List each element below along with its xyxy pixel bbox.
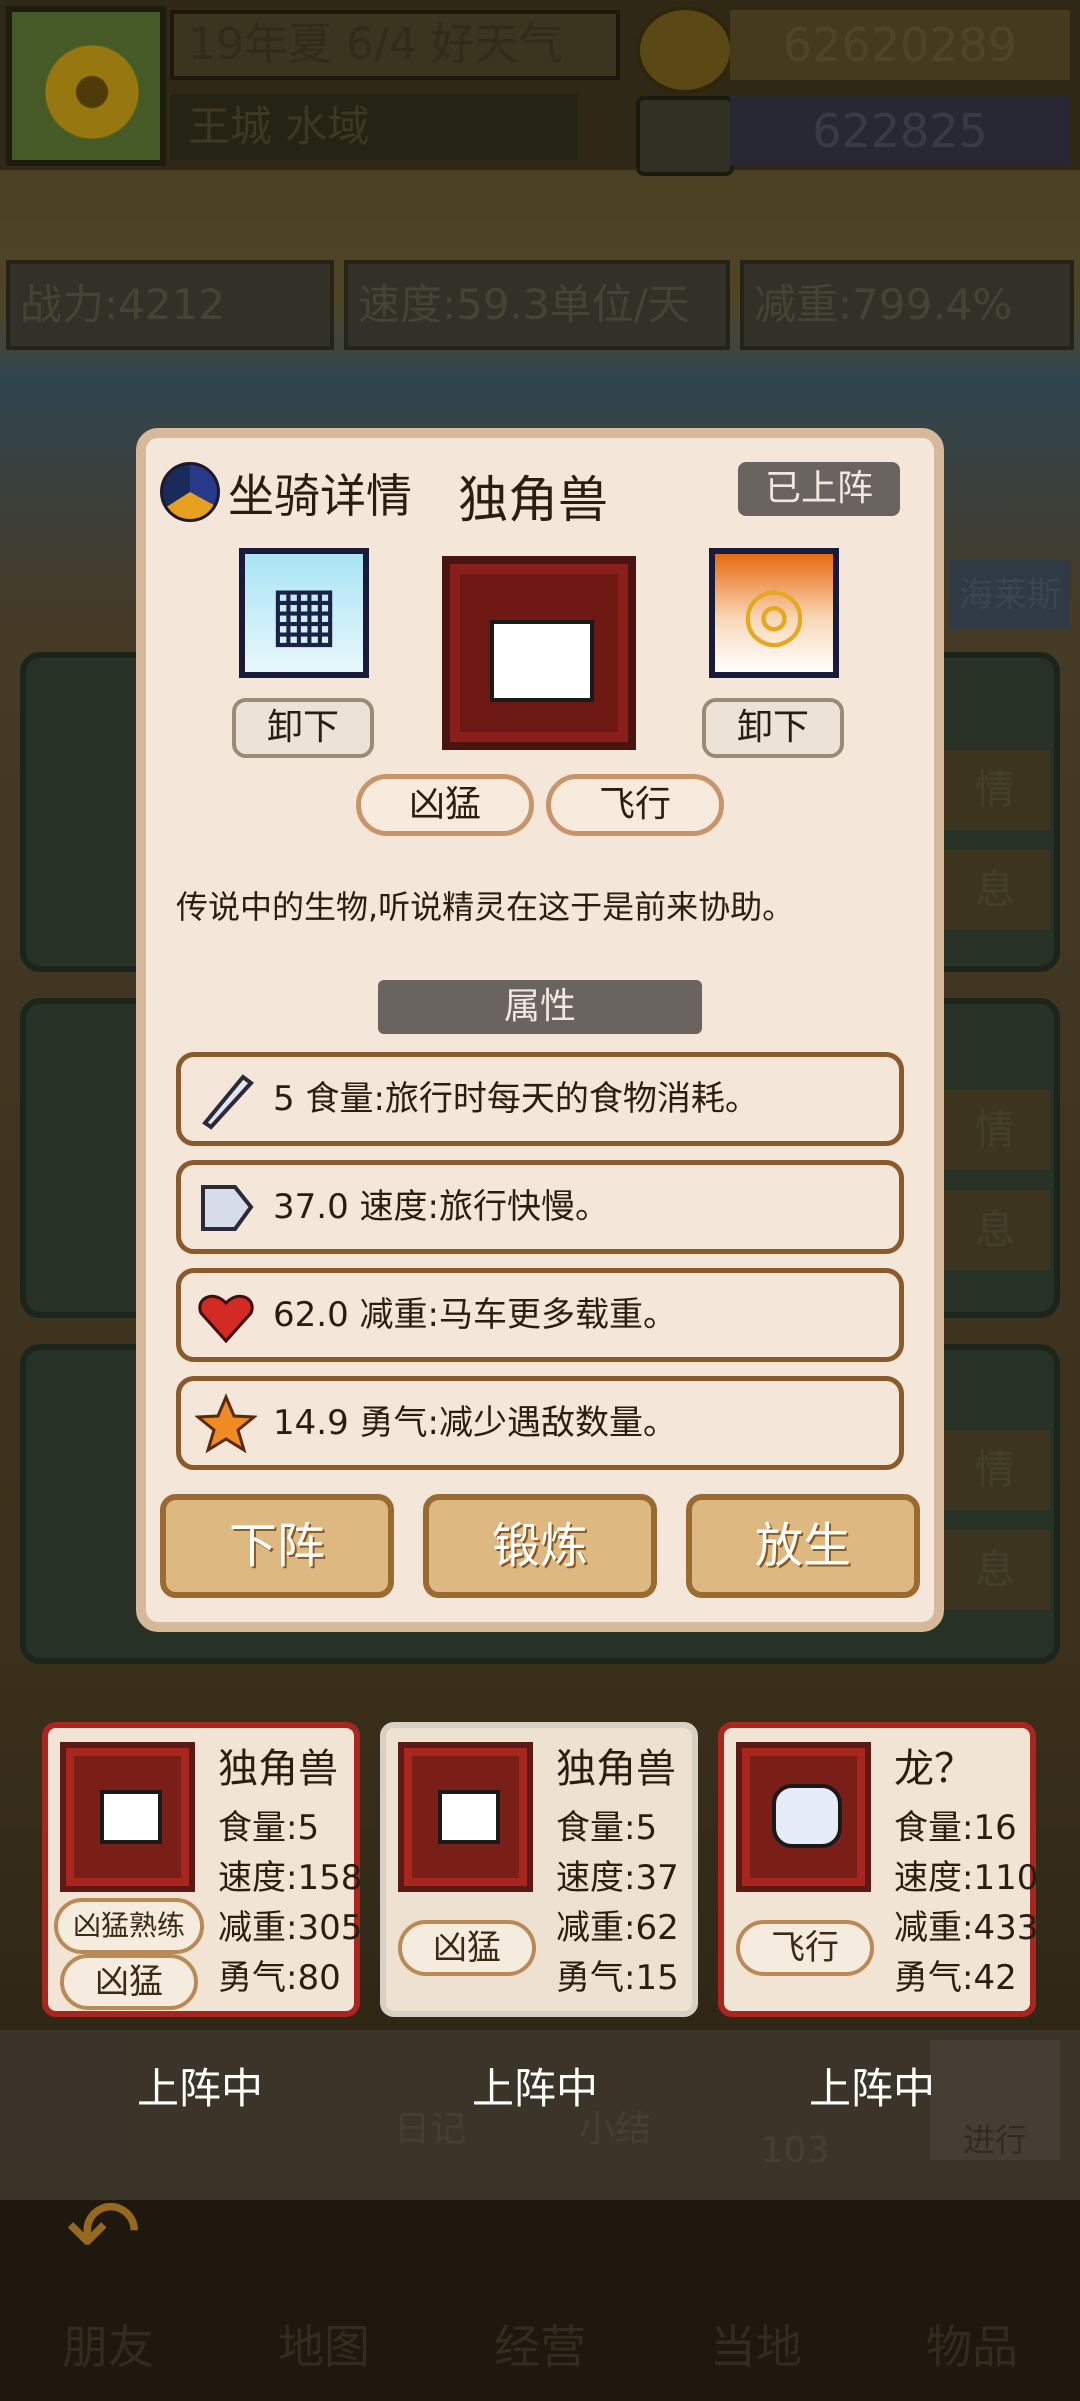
trait-tag: 凶猛 — [60, 1954, 198, 2010]
mount-food: 食量:16 — [894, 1808, 1017, 1848]
mount-portrait — [60, 1742, 195, 1892]
dialog-title: 坐骑详情 — [228, 469, 412, 523]
attribute-row-food: 5 食量:旅行时每天的食物消耗。 — [176, 1052, 904, 1146]
heart-icon — [198, 1294, 254, 1344]
unicorn-icon — [490, 620, 594, 702]
mount-speed: 速度:158 — [218, 1858, 363, 1898]
attribute-text: 14.9 勇气:减少遇敌数量。 — [273, 1403, 677, 1443]
mount-portrait-large — [442, 556, 636, 750]
deploy-status-1: 上阵中 — [136, 2064, 263, 2113]
attribute-text: 62.0 减重:马车更多载重。 — [273, 1295, 677, 1335]
mount-name: 独角兽 — [218, 1746, 338, 1792]
attributes-header: 属性 — [378, 980, 702, 1034]
mount-name: 龙？ — [894, 1746, 974, 1792]
mount-card-3[interactable]: 龙？ 食量:16 速度:110 减重:433 勇气:42 飞行 — [718, 1722, 1039, 2017]
mount-speed: 速度:37 — [556, 1858, 679, 1898]
mount-weight: 减重:305 — [218, 1908, 363, 1948]
equipment-slot-right[interactable]: ◎ — [709, 548, 839, 678]
mount-food: 食量:5 — [556, 1808, 658, 1848]
mount-detail-icon — [160, 462, 220, 522]
unicorn-icon — [438, 1790, 500, 1844]
unequip-left-button[interactable]: 卸下 — [232, 698, 374, 758]
deploy-status-3: 上阵中 — [808, 2064, 935, 2113]
feather-icon — [202, 1074, 254, 1130]
trait-tag: 凶猛 — [398, 1920, 536, 1976]
mount-food: 食量:5 — [218, 1808, 320, 1848]
attribute-row-weight: 62.0 减重:马车更多载重。 — [176, 1268, 904, 1362]
star-icon — [195, 1393, 257, 1454]
mount-courage: 勇气:80 — [218, 1958, 341, 1998]
equipment-slot-left[interactable]: ▦ — [239, 548, 369, 678]
attribute-row-speed: 37.0 速度:旅行快慢。 — [176, 1160, 904, 1254]
mount-speed: 速度:110 — [894, 1858, 1039, 1898]
trait-pill-flying: 飞行 — [546, 774, 724, 836]
dragon-icon — [772, 1784, 842, 1848]
mount-portrait — [736, 1742, 871, 1892]
mount-name-title: 独角兽 — [458, 471, 608, 529]
undeploy-button[interactable]: 下阵 — [160, 1494, 394, 1598]
mount-name: 独角兽 — [556, 1746, 676, 1792]
mount-courage: 勇气:42 — [894, 1958, 1017, 1998]
attribute-row-courage: 14.9 勇气:减少遇敌数量。 — [176, 1376, 904, 1470]
deploy-status-2: 上阵中 — [471, 2064, 598, 2113]
mount-weight: 减重:433 — [894, 1908, 1039, 1948]
mount-description: 传说中的生物,听说精灵在这于是前来协助。 — [176, 888, 795, 926]
trait-pill-fierce: 凶猛 — [356, 774, 534, 836]
release-button[interactable]: 放生 — [686, 1494, 920, 1598]
mount-courage: 勇气:15 — [556, 1958, 679, 1998]
train-button[interactable]: 锻炼 — [423, 1494, 657, 1598]
halo-icon: ◎ — [741, 570, 807, 656]
mount-card-1[interactable]: 独角兽 食量:5 速度:158 减重:305 勇气:80 凶猛熟练 凶猛 — [42, 1722, 363, 2017]
attribute-text: 37.0 速度:旅行快慢。 — [273, 1187, 609, 1227]
mount-weight: 减重:62 — [556, 1908, 679, 1948]
deployed-badge: 已上阵 — [738, 462, 900, 516]
attribute-text: 5 食量:旅行时每天的食物消耗。 — [273, 1079, 759, 1119]
unicorn-icon — [100, 1790, 162, 1844]
trait-tag: 飞行 — [736, 1920, 874, 1976]
mount-card-2[interactable]: 独角兽 食量:5 速度:37 减重:62 勇气:15 凶猛 — [380, 1722, 698, 2017]
unequip-right-button[interactable]: 卸下 — [702, 698, 844, 758]
trait-tag: 凶猛熟练 — [54, 1898, 204, 1954]
wing-icon — [201, 1185, 254, 1231]
armor-icon: ▦ — [269, 570, 339, 656]
mount-portrait — [398, 1742, 533, 1892]
